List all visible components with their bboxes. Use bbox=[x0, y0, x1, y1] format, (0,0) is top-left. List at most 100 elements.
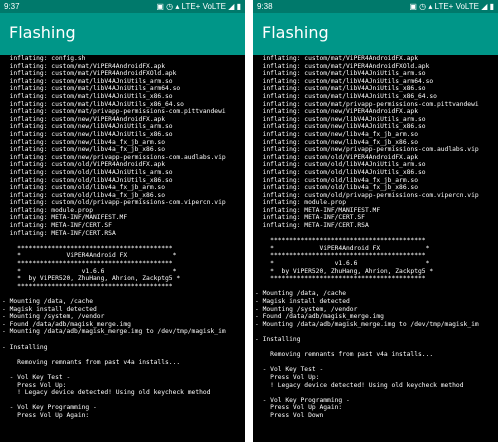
console-line: inflating: custom/old/libv4a_fx_jb_arm.s… bbox=[255, 176, 419, 184]
console-line: inflating: custom/new/privapp-permission… bbox=[255, 146, 479, 154]
console-line: inflating: custom/mat/privapp-permission… bbox=[2, 108, 226, 116]
console-line: - Installing bbox=[2, 343, 48, 351]
console-line: inflating: custom/mat/libV4AJniUtils_arm… bbox=[2, 85, 181, 93]
console-line: inflating: module.prop bbox=[2, 206, 93, 214]
console-line: ! Legacy device detected! Using old keyc… bbox=[2, 389, 211, 397]
console-line: ****************************************… bbox=[255, 275, 426, 283]
console-line: inflating: custom/mat/privapp-permission… bbox=[255, 100, 479, 108]
console-line: inflating: custom/mat/ViPER4AndroidFXOld… bbox=[255, 62, 430, 70]
console-line: inflating: custom/old/libV4AJniUtils_x86… bbox=[2, 176, 173, 184]
console-line: inflating: custom/old/ViPER4AndroidFX.ap… bbox=[255, 153, 419, 161]
console-line: inflating: custom/new/libv4a_fx_jb_arm.s… bbox=[255, 130, 419, 138]
console-line: - Vol Key Test - bbox=[255, 366, 324, 374]
console-line: inflating: custom/new/libv4a_fx_jb_x86.s… bbox=[2, 146, 166, 154]
console-line: inflating: custom/old/privapp-permission… bbox=[2, 199, 226, 207]
console-line: - Installing bbox=[255, 335, 301, 343]
screenshot-pair: 9:37 ▣ ◷ ▴ LTE+ VoLTE ◢ ▮ Flashing infla… bbox=[0, 0, 500, 442]
console-line: inflating: META-INF/CERT.RSA bbox=[2, 229, 116, 237]
console-line: Press Vol Up Again: bbox=[255, 404, 343, 412]
console-line: inflating: custom/mat/ViPER4AndroidFX.ap… bbox=[255, 55, 419, 62]
console-line: - Mounting /system, /vendor bbox=[2, 313, 105, 321]
console-line: ****************************************… bbox=[2, 244, 173, 252]
console-line: ****************************************… bbox=[255, 237, 426, 245]
console-line: * ViPER4Android FX * bbox=[255, 244, 430, 252]
console-line: inflating: custom/old/privapp-permission… bbox=[255, 191, 479, 199]
console-line: inflating: config.sh bbox=[2, 55, 86, 62]
console-line: inflating: custom/new/ViPER4AndroidFX.ap… bbox=[2, 115, 166, 123]
console-line: inflating: custom/new/libv4a_fx_jb_arm.s… bbox=[2, 138, 166, 146]
console-line: inflating: custom/mat/libV4AJniUtils_arm… bbox=[255, 70, 426, 78]
console-line: inflating: custom/new/privapp-permission… bbox=[2, 153, 226, 161]
console-line: - Mounting /data, /cache bbox=[255, 290, 346, 298]
console-line: inflating: custom/new/libV4AJniUtils_x86… bbox=[2, 130, 173, 138]
console-line: Press Vol Up: bbox=[255, 373, 320, 381]
console-line: inflating: custom/new/libV4AJniUtils_x86… bbox=[255, 123, 426, 131]
console-line: inflating: META-INF/MANIFEST.MF bbox=[255, 206, 381, 214]
console-line: inflating: custom/old/ViPER4AndroidFX.ap… bbox=[2, 161, 166, 169]
status-bar: 9:37 ▣ ◷ ▴ LTE+ VoLTE ◢ ▮ bbox=[0, 0, 245, 13]
console-line: * v1.6.6 * bbox=[2, 267, 177, 275]
status-time: 9:38 bbox=[257, 2, 273, 11]
console-line: - Found /data/adb/magisk_merge.img bbox=[2, 320, 131, 328]
console-line: ****************************************… bbox=[255, 252, 426, 260]
console-line: inflating: custom/mat/libV4AJniUtils_x86… bbox=[255, 85, 426, 93]
console-line: ! Legacy device detected! Using old keyc… bbox=[255, 381, 464, 389]
console-line: inflating: custom/mat/libV4AJniUtils_x86… bbox=[2, 100, 184, 108]
console-line: inflating: custom/mat/ViPER4AndroidFX.ap… bbox=[2, 62, 166, 70]
phone-screen-left: 9:37 ▣ ◷ ▴ LTE+ VoLTE ◢ ▮ Flashing infla… bbox=[0, 0, 245, 442]
console-line: - Vol Key Programming - bbox=[255, 396, 350, 404]
status-icons: ▣ ◷ ▴ LTE+ VoLTE ◢ ▮ bbox=[409, 2, 494, 11]
console-line: inflating: custom/old/libV4AJniUtils_x86… bbox=[255, 168, 426, 176]
console-line: * by ViPER520, ZhuHang, Ahrion, Zackptg5… bbox=[255, 267, 434, 275]
console-line: Press Vol Down bbox=[255, 411, 324, 419]
console-line: * v1.6.6 * bbox=[255, 260, 430, 268]
console-line: inflating: custom/old/libv4a_fx_jb_x86.s… bbox=[255, 184, 419, 192]
console-line: * ViPER4Android FX * bbox=[2, 252, 177, 260]
console-line: inflating: custom/mat/libV4AJniUtils_arm… bbox=[255, 77, 434, 85]
console-line: inflating: custom/new/libV4AJniUtils_arm… bbox=[2, 123, 173, 131]
console-line: - Vol Key Test - bbox=[2, 373, 71, 381]
console-output[interactable]: inflating: config.sh inflating: custom/m… bbox=[0, 55, 245, 442]
console-line: ****************************************… bbox=[2, 260, 173, 268]
status-time: 9:37 bbox=[4, 2, 20, 11]
console-line: inflating: custom/mat/libV4AJniUtils_x86… bbox=[2, 92, 173, 100]
console-line: inflating: custom/old/libv4a_fx_jb_x86.s… bbox=[2, 191, 166, 199]
console-line: ****************************************… bbox=[2, 282, 173, 290]
app-title: Flashing bbox=[262, 23, 329, 42]
console-line: - Found /data/adb/magisk_merge.img bbox=[255, 313, 384, 321]
console-line: inflating: META-INF/CERT.SF bbox=[255, 214, 365, 222]
console-line: - Mounting /system, /vendor bbox=[255, 305, 358, 313]
console-line: inflating: custom/old/libV4AJniUtils_arm… bbox=[2, 168, 173, 176]
app-bar: Flashing bbox=[0, 13, 245, 55]
console-line: inflating: custom/mat/libV4AJniUtils_x86… bbox=[255, 92, 437, 100]
console-line: inflating: custom/old/libv4a_fx_jb_arm.s… bbox=[2, 184, 166, 192]
app-title: Flashing bbox=[9, 23, 76, 42]
console-line: inflating: META-INF/CERT.SF bbox=[2, 222, 112, 230]
console-line: Removing remnants from past v4a installs… bbox=[2, 358, 181, 366]
console-line: - Magisk install detected bbox=[2, 305, 97, 313]
console-line: Press Vol Up Again: bbox=[2, 411, 90, 419]
console-line: inflating: custom/old/libV4AJniUtils_arm… bbox=[255, 161, 426, 169]
console-line: - Mounting /data, /cache bbox=[2, 298, 93, 305]
console-line: inflating: custom/mat/libV4AJniUtils_arm… bbox=[2, 77, 173, 85]
console-line: Removing remnants from past v4a installs… bbox=[255, 351, 434, 359]
console-output[interactable]: inflating: custom/mat/ViPER4AndroidFX.ap… bbox=[253, 55, 498, 442]
console-line: inflating: custom/new/libv4a_fx_jb_x86.s… bbox=[255, 138, 419, 146]
divider bbox=[245, 0, 253, 442]
console-line: * by ViPER520, ZhuHang, Ahrion, Zackptg5… bbox=[2, 275, 181, 283]
console-line: inflating: META-INF/MANIFEST.MF bbox=[2, 214, 128, 222]
console-line: inflating: module.prop bbox=[255, 199, 346, 207]
phone-screen-right: 9:38 ▣ ◷ ▴ LTE+ VoLTE ◢ ▮ Flashing infla… bbox=[253, 0, 498, 442]
console-line: - Mounting /data/adb/magisk_merge.img to… bbox=[2, 328, 226, 336]
status-icons: ▣ ◷ ▴ LTE+ VoLTE ◢ ▮ bbox=[156, 2, 241, 11]
